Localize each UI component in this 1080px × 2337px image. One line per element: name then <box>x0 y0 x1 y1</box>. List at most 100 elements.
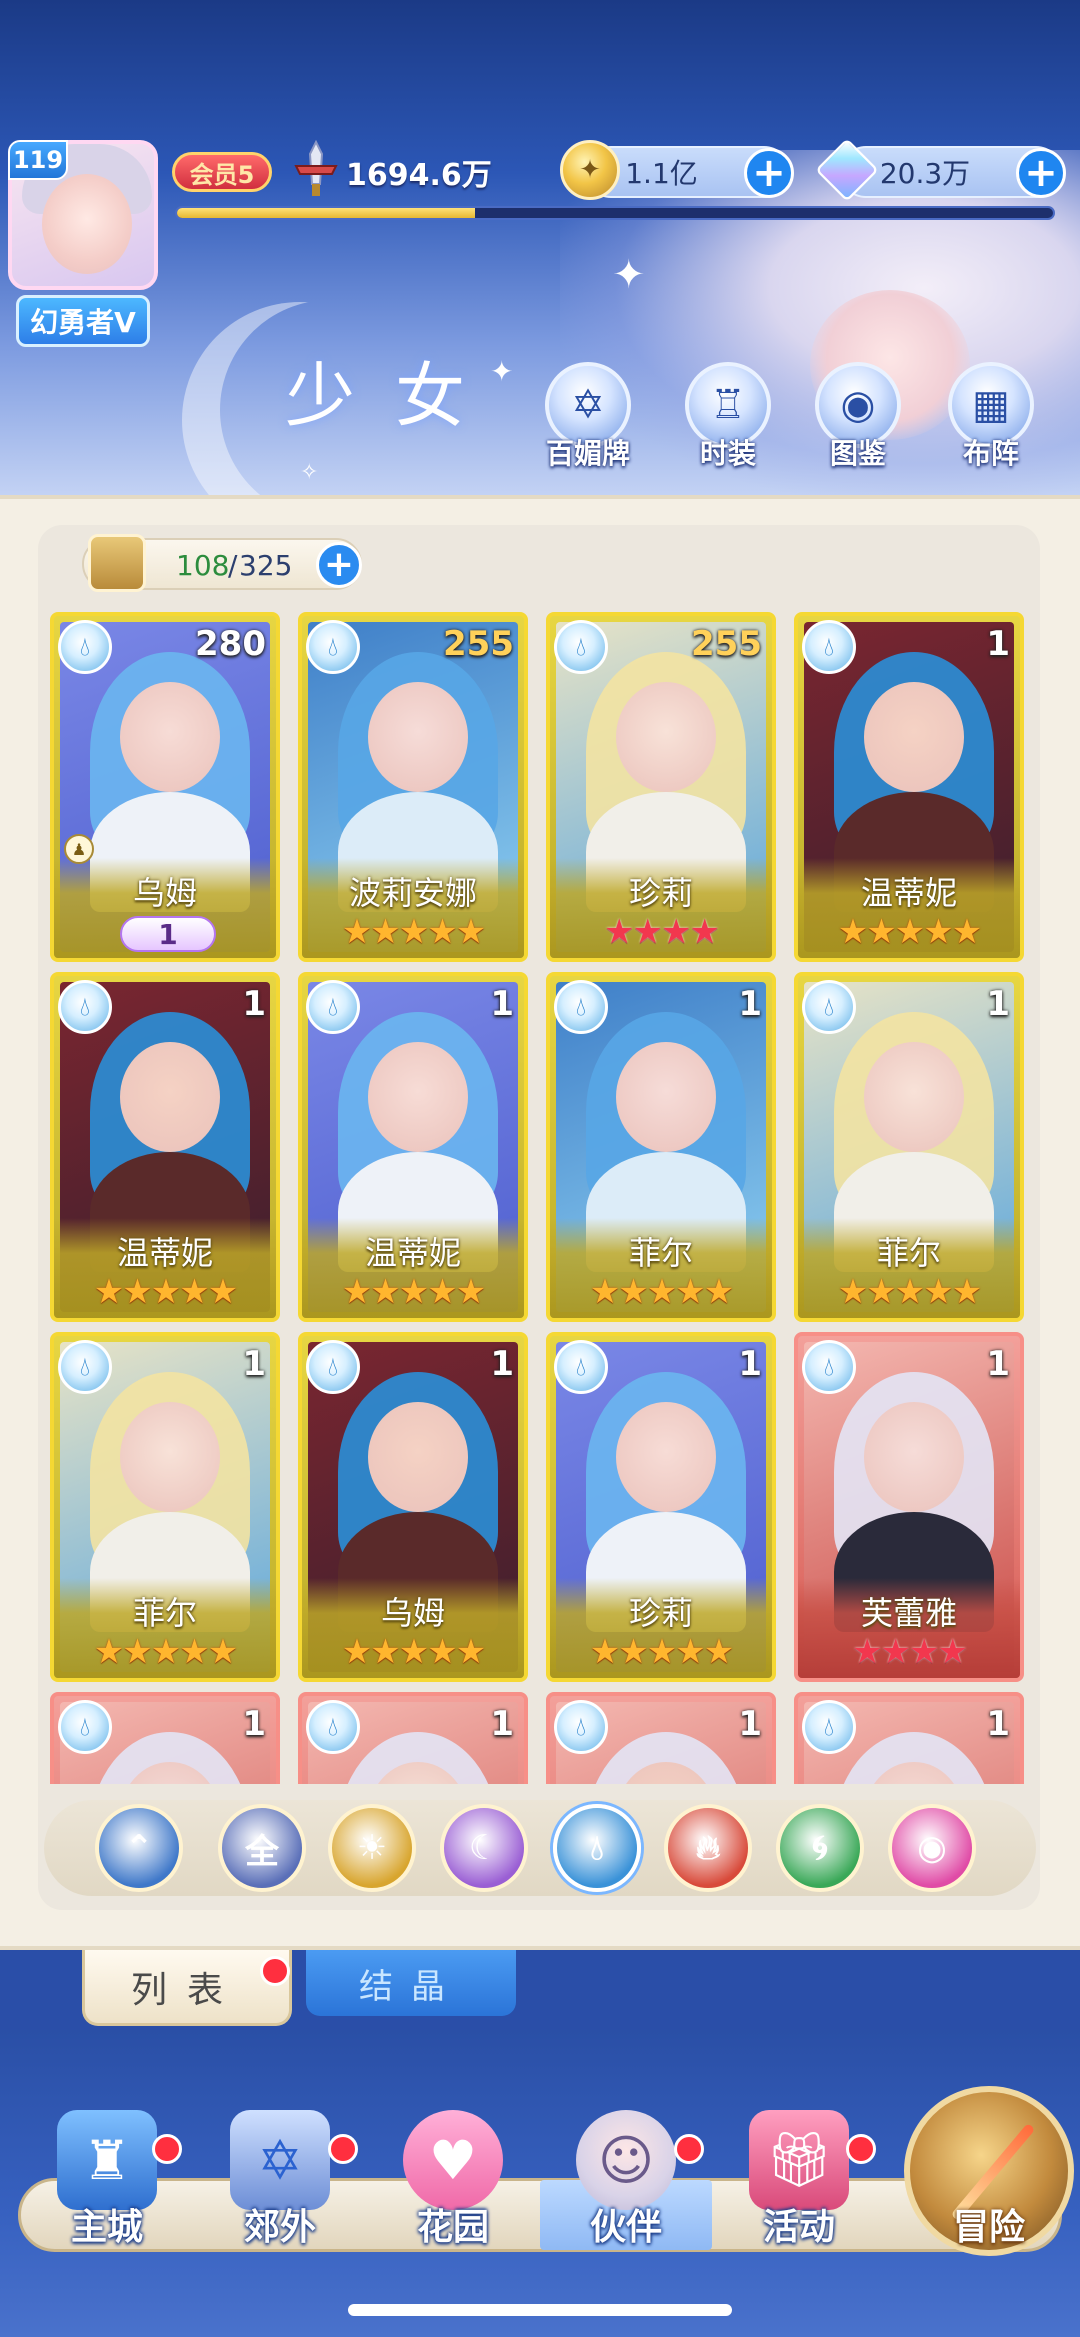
all-filter-filter[interactable]: 全 <box>218 1804 306 1892</box>
character-name: 乌姆 <box>380 1594 445 1632</box>
card-count: 1 <box>986 1704 1010 1744</box>
power-progress-bar <box>175 206 1055 220</box>
codex-button[interactable]: ◉ 图鉴 <box>803 362 913 482</box>
fire-element-filter[interactable]: 🔥︎ <box>664 1804 752 1892</box>
character-card[interactable]: 💧︎ 1 菲尔 ★★★★★ <box>794 972 1024 1322</box>
water-element-icon: 💧︎ <box>554 980 608 1034</box>
star-rating: ★★★★★ <box>93 1272 238 1312</box>
nav-main-city-dot <box>152 2134 182 2164</box>
nav-outskirts-dot <box>328 2134 358 2164</box>
formation-button[interactable]: ▦ 布阵 <box>936 362 1046 482</box>
gift-box-icon: 🎁︎ <box>749 2110 849 2210</box>
water-element-icon: 💧︎ <box>58 1700 112 1754</box>
water-element-icon: 💧︎ <box>590 1828 604 1868</box>
gold-coin-icon: ✦ <box>560 140 620 200</box>
character-name: 温蒂妮 <box>116 1234 213 1272</box>
roster-capacity: 108 / 325 + <box>82 534 362 592</box>
character-card[interactable]: 💧︎ 1 温蒂妮 ★★★★★ <box>794 612 1024 962</box>
sun-element-icon: ☀ <box>356 1828 388 1868</box>
nav-partners[interactable]: ☺ 伙伴 <box>541 2110 711 2260</box>
character-card[interactable]: 💧︎ 1 温蒂妮 ★★★★★ <box>298 972 528 1322</box>
capacity-max: 325 <box>239 549 293 582</box>
character-name: 菲尔 <box>628 1234 693 1272</box>
character-name: 珍莉 <box>628 874 693 912</box>
character-card-grid: 💧︎ 280 乌姆 1 ♟ 💧︎ 255 波莉安娜 ★★★★★ 💧︎ 255 珍莉 ★★★★ 💧︎ 1 温蒂妮… <box>50 612 1030 1784</box>
star-rating: ★★★★ <box>604 912 720 952</box>
card-count: 1 <box>490 984 514 1024</box>
star-rating: ★★★★★ <box>589 1632 734 1672</box>
heart-garden-icon: ♥ <box>403 2110 503 2210</box>
character-name: 波莉安娜 <box>348 874 477 912</box>
character-card[interactable]: 💧︎ 1 芙蕾雅 ★★★★ <box>794 1332 1024 1682</box>
character-card[interactable]: 💧︎ 280 乌姆 1 ♟ <box>50 612 280 962</box>
character-card[interactable]: 💧︎ 1 菲尔 ★★★★★ <box>50 1332 280 1682</box>
water-element-icon: 💧︎ <box>554 620 608 674</box>
character-card[interactable]: 💧︎ 1 乌姆 ★★★★★ <box>298 1332 528 1682</box>
adventure-label: 冒险 <box>952 2207 1025 2248</box>
card-count: 1 <box>242 1704 266 1744</box>
card-count: 1 <box>242 1344 266 1384</box>
tab-list[interactable]: 列表 <box>82 1950 292 2026</box>
water-element-filter[interactable]: 💧︎ <box>553 1804 641 1892</box>
moon-element-icon: ☾ <box>468 1828 500 1868</box>
nav-events[interactable]: 🎁︎ 活动 <box>714 2110 884 2260</box>
character-name: 菲尔 <box>132 1594 197 1632</box>
outfit-button[interactable]: ♖ 时装 <box>673 362 783 482</box>
card-count: 1 <box>738 1344 762 1384</box>
card-count: 255 <box>691 624 762 664</box>
water-element-icon: 💧︎ <box>802 1700 856 1754</box>
character-name: 乌姆 <box>132 874 197 912</box>
partner-portrait-icon: ☺ <box>576 2110 676 2210</box>
pink-element-icon: ◉ <box>917 1828 947 1868</box>
character-card[interactable]: 💧︎ 1 <box>794 1692 1024 1784</box>
card-count: 1 <box>738 984 762 1024</box>
card-count: 255 <box>443 624 514 664</box>
fire-element-icon: 🔥︎ <box>695 1828 721 1868</box>
nav-main-city[interactable]: ♜ 主城 <box>22 2110 192 2260</box>
character-card[interactable]: 💧︎ 255 波莉安娜 ★★★★★ <box>298 612 528 962</box>
tab-crystal[interactable]: 结晶 <box>306 1950 516 2016</box>
expand-capacity-button[interactable]: + <box>316 542 362 588</box>
water-element-icon: 💧︎ <box>306 1700 360 1754</box>
card-count: 1 <box>986 984 1010 1024</box>
role-pawn-icon: ♟ <box>64 834 94 864</box>
wind-element-filter[interactable]: 🌀︎ <box>776 1804 864 1892</box>
player-level-badge: 119 <box>8 140 68 180</box>
awaken-level-badge: 1 <box>120 916 216 952</box>
card-count: 1 <box>490 1704 514 1744</box>
character-card[interactable]: 💧︎ 1 <box>298 1692 528 1784</box>
player-name[interactable]: 幻勇者V <box>16 295 150 347</box>
card-deck-button[interactable]: ✡ 百媚牌 <box>533 362 643 482</box>
page-title: 少女 <box>285 355 505 437</box>
card-count: 1 <box>490 1344 514 1384</box>
combat-power-value: 1694.6万 <box>346 158 492 193</box>
water-element-icon: 💧︎ <box>306 620 360 674</box>
star-up-filter[interactable]: ⌃ <box>95 1804 183 1892</box>
water-element-icon: 💧︎ <box>802 980 856 1034</box>
vip-badge[interactable]: 会员5 <box>172 152 272 192</box>
character-card[interactable]: 💧︎ 255 珍莉 ★★★★ <box>546 612 776 962</box>
character-card[interactable]: 💧︎ 1 <box>50 1692 280 1784</box>
character-name: 菲尔 <box>876 1234 941 1272</box>
nav-outskirts[interactable]: ✡ 郊外 <box>195 2110 365 2260</box>
character-card[interactable]: 💧︎ 1 温蒂妮 ★★★★★ <box>50 972 280 1322</box>
sun-element-filter[interactable]: ☀ <box>328 1804 416 1892</box>
nav-garden[interactable]: ♥ 花园 <box>368 2110 538 2260</box>
card-count: 280 <box>195 624 266 664</box>
water-element-icon: 💧︎ <box>58 620 112 674</box>
star-rating: ★★★★★ <box>589 1272 734 1312</box>
tab-list-notification-dot <box>260 1956 290 1986</box>
pink-element-filter[interactable]: ◉ <box>888 1804 976 1892</box>
character-card[interactable]: 💧︎ 1 珍莉 ★★★★★ <box>546 1332 776 1682</box>
star-rating: ★★★★★ <box>93 1632 238 1672</box>
character-card[interactable]: 💧︎ 1 <box>546 1692 776 1784</box>
moon-element-filter[interactable]: ☾ <box>440 1804 528 1892</box>
star-rating: ★★★★★ <box>837 912 982 952</box>
water-element-icon: 💧︎ <box>58 980 112 1034</box>
storage-box-icon <box>88 534 146 592</box>
add-gem-button[interactable]: + <box>1016 148 1066 198</box>
add-gold-button[interactable]: + <box>744 148 794 198</box>
star-rating: ★★★★★ <box>341 1632 486 1672</box>
character-card[interactable]: 💧︎ 1 菲尔 ★★★★★ <box>546 972 776 1322</box>
star-rating: ★★★★★ <box>341 912 486 952</box>
